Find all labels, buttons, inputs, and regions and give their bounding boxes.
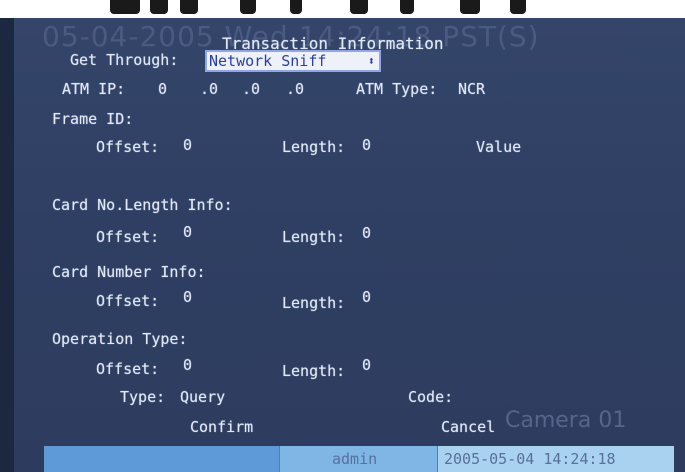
card-number-heading: Card Number Info: bbox=[52, 263, 206, 281]
atm-ip-octet-2[interactable]: .0 bbox=[200, 80, 218, 98]
card-number-offset-value[interactable]: 0 bbox=[183, 288, 192, 306]
operation-type-type-label: Type: bbox=[120, 388, 166, 406]
get-through-select[interactable]: Network Sniff ⬍ bbox=[205, 50, 381, 72]
atm-ip-octet-1[interactable]: 0 bbox=[158, 80, 167, 98]
status-user: admin bbox=[332, 450, 378, 468]
atm-type-value[interactable]: NCR bbox=[458, 80, 485, 98]
card-no-length-length-label: Length: bbox=[282, 228, 346, 246]
frame-id-length-value[interactable]: 0 bbox=[362, 136, 371, 154]
operation-type-offset-value[interactable]: 0 bbox=[183, 356, 192, 374]
card-no-length-offset-value[interactable]: 0 bbox=[183, 223, 192, 241]
status-bar-user-cell: admin bbox=[280, 446, 438, 472]
status-bar-empty-cell bbox=[44, 446, 280, 472]
operation-type-offset-label: Offset: bbox=[96, 360, 160, 378]
operation-type-length-label: Length: bbox=[282, 362, 346, 380]
frame-id-length-label: Length: bbox=[282, 138, 346, 156]
operation-type-heading: Operation Type: bbox=[52, 330, 188, 348]
atm-ip-octet-4[interactable]: .0 bbox=[286, 80, 304, 98]
status-bar: admin 2005-05-04 14:24:18 bbox=[44, 446, 674, 472]
atm-ip-octet-3[interactable]: .0 bbox=[242, 80, 260, 98]
get-through-label: Get Through: bbox=[70, 51, 179, 69]
frame-id-offset-value[interactable]: 0 bbox=[183, 136, 192, 154]
card-no-length-length-value[interactable]: 0 bbox=[362, 224, 371, 242]
card-number-length-label: Length: bbox=[282, 294, 346, 312]
operation-type-code-label: Code: bbox=[408, 388, 454, 406]
frame-id-heading: Frame ID: bbox=[52, 110, 134, 128]
confirm-button[interactable]: Confirm bbox=[190, 418, 253, 436]
status-datetime: 2005-05-04 14:24:18 bbox=[444, 450, 616, 468]
frame-id-offset-label: Offset: bbox=[96, 138, 160, 156]
card-number-offset-label: Offset: bbox=[96, 292, 160, 310]
camera-watermark: Camera 01 bbox=[505, 408, 627, 433]
status-bar-datetime-cell: 2005-05-04 14:24:18 bbox=[438, 446, 674, 472]
get-through-value: Network Sniff bbox=[209, 52, 327, 70]
operation-type-type-value[interactable]: Query bbox=[180, 388, 225, 406]
cut-off-glyphs bbox=[110, 0, 530, 14]
spinner-arrows-icon[interactable]: ⬍ bbox=[368, 52, 375, 70]
card-no-length-offset-label: Offset: bbox=[96, 228, 160, 246]
atm-type-label: ATM Type: bbox=[356, 80, 438, 98]
card-number-length-value[interactable]: 0 bbox=[362, 288, 371, 306]
frame-id-value-label[interactable]: Value bbox=[476, 138, 521, 156]
card-no-length-heading: Card No.Length Info: bbox=[52, 196, 233, 214]
cancel-button[interactable]: Cancel bbox=[441, 418, 495, 436]
operation-type-length-value[interactable]: 0 bbox=[362, 356, 371, 374]
atm-ip-label: ATM IP: bbox=[62, 80, 126, 98]
